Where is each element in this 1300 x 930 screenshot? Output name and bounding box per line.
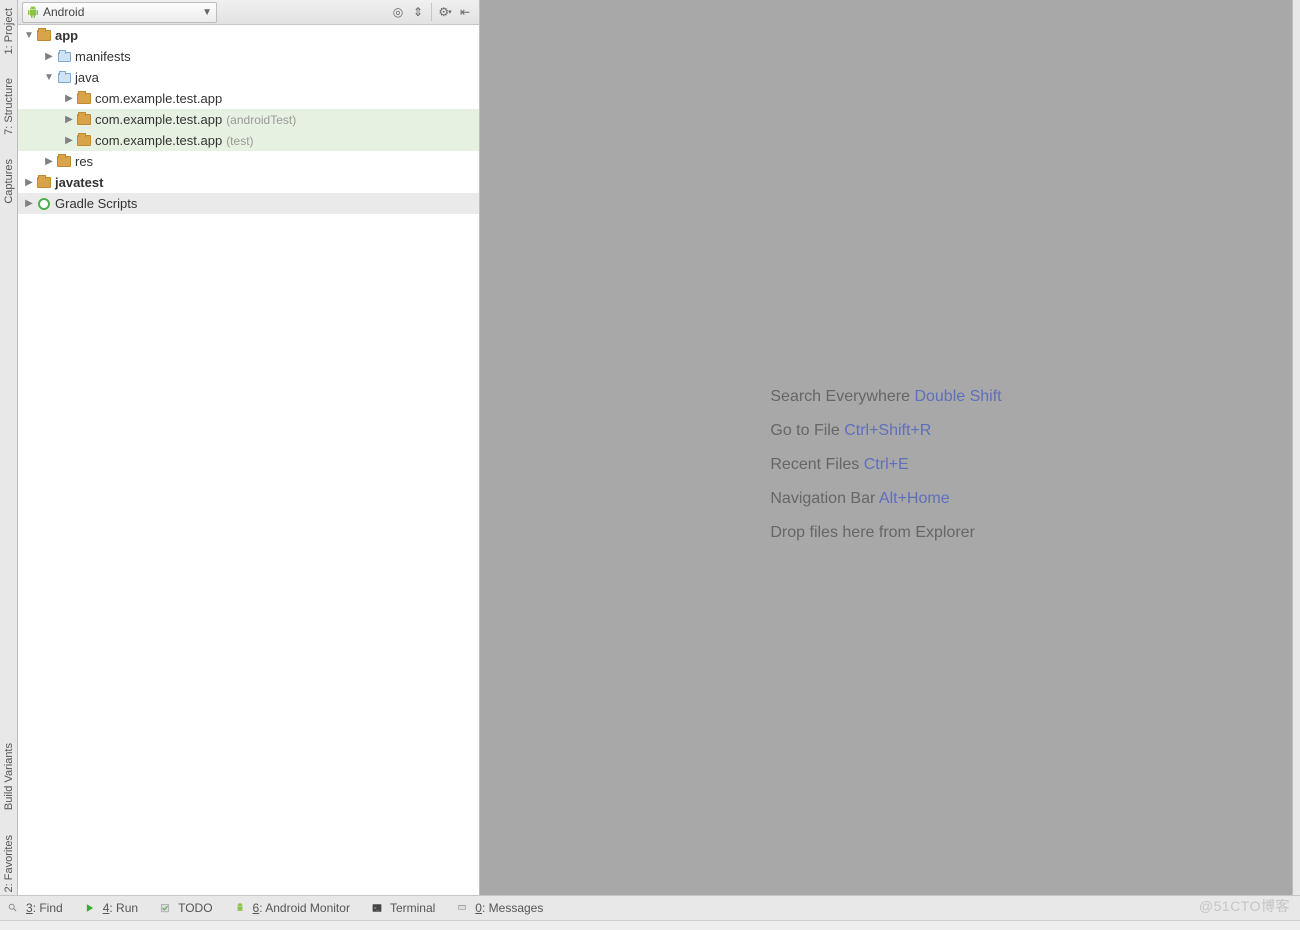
tree-item[interactable]: ▶ res	[18, 151, 479, 172]
package-folder-icon	[56, 154, 72, 170]
package-folder-icon	[76, 133, 92, 149]
toolwindow-terminal[interactable]: >_ Terminal	[372, 901, 435, 915]
chevron-down-icon[interactable]: ▼	[42, 71, 56, 85]
folder-blue-icon	[56, 70, 72, 86]
chevron-right-icon[interactable]: ▶	[62, 113, 76, 127]
toolwindow-messages[interactable]: 0: Messages	[457, 901, 543, 915]
tree-item[interactable]: ▶ Gradle Scripts	[18, 193, 479, 214]
tree-item-label: app	[55, 28, 78, 43]
run-icon	[85, 901, 99, 915]
tree-item-label: com.example.test.app	[95, 91, 222, 106]
panel-hide-icon[interactable]: ⇤	[455, 2, 475, 22]
toolwindow-tab-captures[interactable]: Captures	[2, 153, 16, 210]
tip-drop-files: Drop files here from Explorer	[770, 524, 1001, 542]
tree-item-label: manifests	[75, 49, 131, 64]
module-folder-icon	[36, 28, 52, 44]
dropdown-arrow-icon: ▼	[202, 7, 212, 18]
tree-item-label: javatest	[55, 175, 103, 190]
package-folder-icon	[76, 91, 92, 107]
gradle-icon	[36, 196, 52, 212]
tip-nav-bar: Navigation Bar Alt+Home	[770, 490, 1001, 508]
tip-go-to-file: Go to File Ctrl+Shift+R	[770, 422, 1001, 440]
package-folder-icon	[76, 112, 92, 128]
android-icon	[27, 6, 39, 18]
project-view-label: Android	[43, 5, 84, 19]
chevron-right-icon[interactable]: ▶	[42, 155, 56, 169]
tree-item-label: com.example.test.app	[95, 112, 222, 127]
messages-icon	[457, 901, 471, 915]
toolwindow-tab-build-variants[interactable]: Build Variants	[2, 737, 16, 816]
toolwindow-android-monitor[interactable]: 6: Android Monitor	[235, 901, 350, 915]
tree-item-label: res	[75, 154, 93, 169]
toolwindow-find[interactable]: 3: Find	[8, 901, 63, 915]
project-tree[interactable]: ▼ app ▶ manifests ▼ java ▶ com.example.test.app…	[18, 25, 479, 930]
folder-blue-icon	[56, 49, 72, 65]
toolwindow-run[interactable]: 4: Run	[85, 901, 138, 915]
tree-item[interactable]: ▶ com.example.test.app (test)	[18, 130, 479, 151]
bottom-toolwindow-bar: 3: Find 4: Run TODO 6: Android Monitor >…	[0, 895, 1300, 920]
panel-target-icon[interactable]: ◎	[388, 2, 408, 22]
tree-item[interactable]: ▼ java	[18, 67, 479, 88]
editor-empty-state[interactable]: Search Everywhere Double Shift Go to Fil…	[480, 0, 1292, 930]
tree-item[interactable]: ▼ app	[18, 25, 479, 46]
svg-text:>_: >_	[374, 905, 380, 910]
toolwindow-tab-favorites[interactable]: 2: Favorites	[2, 829, 16, 898]
module-folder-icon	[36, 175, 52, 191]
tip-recent-files: Recent Files Ctrl+E	[770, 456, 1001, 474]
right-toolwindow-bar	[1292, 0, 1300, 930]
terminal-icon: >_	[372, 901, 386, 915]
editor-tips: Search Everywhere Double Shift Go to Fil…	[770, 372, 1001, 558]
tree-item-label: Gradle Scripts	[55, 196, 137, 211]
project-view-selector[interactable]: Android ▼	[22, 2, 217, 23]
toolwindow-tab-project[interactable]: 1: Project	[2, 2, 16, 60]
chevron-right-icon[interactable]: ▶	[22, 176, 36, 190]
tree-item-label: java	[75, 70, 99, 85]
tree-item-note: (androidTest)	[226, 113, 296, 127]
tree-item-label: com.example.test.app	[95, 133, 222, 148]
search-icon	[8, 901, 22, 915]
tree-item[interactable]: ▶ com.example.test.app (androidTest)	[18, 109, 479, 130]
chevron-down-icon[interactable]: ▼	[22, 29, 36, 43]
tree-item-note: (test)	[226, 134, 253, 148]
panel-settings-icon[interactable]: ⚙▾	[435, 2, 455, 22]
tip-search-everywhere: Search Everywhere Double Shift	[770, 388, 1001, 406]
panel-collapse-icon[interactable]: ⇕	[408, 2, 428, 22]
project-panel-header: Android ▼ ◎ ⇕ ⚙▾ ⇤	[18, 0, 479, 25]
tree-item[interactable]: ▶ manifests	[18, 46, 479, 67]
chevron-right-icon[interactable]: ▶	[62, 134, 76, 148]
toolwindow-tab-structure[interactable]: 7: Structure	[2, 72, 16, 141]
chevron-right-icon[interactable]: ▶	[22, 197, 36, 211]
project-panel: Android ▼ ◎ ⇕ ⚙▾ ⇤ ▼ app ▶ manifests ▼ java ▶ c…	[18, 0, 480, 930]
status-bar	[0, 920, 1300, 930]
chevron-right-icon[interactable]: ▶	[42, 50, 56, 64]
left-toolwindow-bar: 1: Project 7: Structure Captures Build V…	[0, 0, 18, 930]
toolwindow-todo[interactable]: TODO	[160, 901, 212, 915]
android-icon	[235, 901, 249, 915]
chevron-right-icon[interactable]: ▶	[62, 92, 76, 106]
tree-item[interactable]: ▶ com.example.test.app	[18, 88, 479, 109]
tree-item[interactable]: ▶ javatest	[18, 172, 479, 193]
todo-icon	[160, 901, 174, 915]
